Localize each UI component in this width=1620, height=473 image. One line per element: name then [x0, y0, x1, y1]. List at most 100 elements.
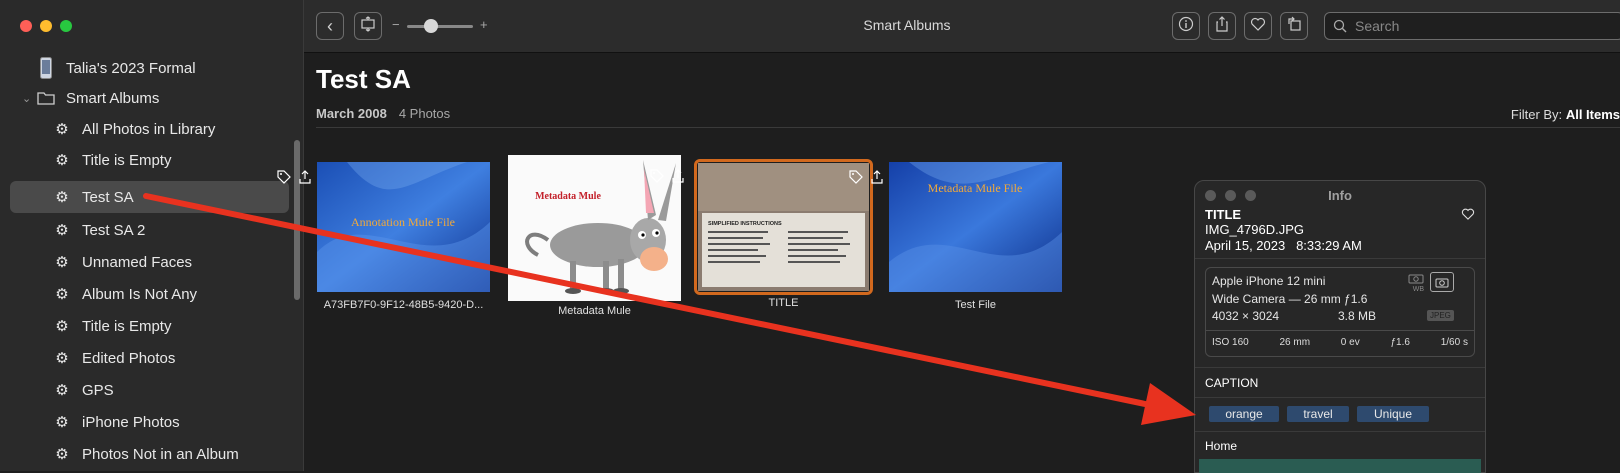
sidebar-item-label: iPhone Photos: [82, 413, 180, 431]
search-icon: [1333, 19, 1347, 33]
filter-value[interactable]: All Items: [1566, 107, 1620, 122]
sidebar-item-not-in-album[interactable]: ⚙ Photos Not in an Album: [52, 438, 321, 470]
search-input[interactable]: [1353, 17, 1607, 35]
tag-icon: [277, 170, 291, 189]
chevron-down-icon[interactable]: ⌄: [22, 92, 36, 105]
window-controls: [20, 20, 72, 32]
lens-info: Wide Camera — 26 mm ƒ1.6: [1212, 292, 1368, 306]
header-divider: [316, 127, 1620, 128]
sidebar-item-label: All Photos in Library: [82, 120, 216, 138]
sidebar-item-all-photos[interactable]: ⚙ All Photos in Library: [52, 113, 321, 145]
info-icon: [1178, 16, 1194, 37]
phone-icon: [36, 57, 56, 79]
keyword-tag[interactable]: travel: [1287, 406, 1349, 422]
folder-icon: [36, 88, 56, 108]
image-dimensions: 4032 × 3024: [1212, 309, 1280, 323]
upload-icon: [672, 169, 684, 188]
photo-badges: [650, 169, 684, 188]
info-datetime: April 15, 2023 8:33:29 AM: [1205, 238, 1362, 253]
filter-label: Filter By:: [1510, 107, 1563, 122]
sidebar-item-smart-albums[interactable]: ⌄ Smart Albums: [22, 82, 291, 114]
close-window-button[interactable]: [20, 20, 32, 32]
photo-badges: [277, 170, 311, 189]
photo-caption: Metadata Mule: [558, 305, 631, 317]
sidebar: Talia's 2023 Formal ⌄ Smart Albums ⚙ All…: [0, 0, 304, 471]
gear-icon: ⚙: [55, 152, 69, 169]
heart-icon[interactable]: [1461, 207, 1475, 225]
photo-badges: [849, 170, 883, 189]
sidebar-item-label: Photos Not in an Album: [82, 445, 239, 463]
sidebar-scrollbar[interactable]: [294, 140, 300, 300]
photo-overlay-text: SIMPLIFIED INSTRUCTIONS: [708, 221, 782, 227]
keyword-tag[interactable]: orange: [1209, 406, 1279, 422]
photo-overlay-text: Annotation Mule File: [351, 215, 455, 229]
sidebar-item-title-empty-2[interactable]: ⚙ Title is Empty: [52, 310, 321, 342]
info-button[interactable]: [1172, 12, 1200, 40]
share-button[interactable]: [1208, 12, 1236, 40]
exif-ev: 0 ev: [1340, 337, 1360, 348]
gear-icon: ⚙: [55, 350, 69, 367]
gear-icon: ⚙: [55, 318, 69, 335]
sidebar-item-edited-photos[interactable]: ⚙ Edited Photos: [52, 342, 321, 374]
info-panel: Info TITLE IMG_4796D.JPG April 15, 2023 …: [1194, 180, 1486, 473]
filter-by[interactable]: Filter By: All Items: [1511, 107, 1620, 122]
sidebar-item-gps[interactable]: ⚙ GPS: [52, 374, 321, 406]
sidebar-item-label: Album Is Not Any: [82, 285, 198, 303]
info-time: 8:33:29 AM: [1296, 238, 1362, 253]
info-date: April 15, 2023: [1205, 238, 1286, 253]
caption-label[interactable]: CAPTION: [1205, 376, 1258, 390]
info-title[interactable]: TITLE: [1205, 207, 1241, 222]
gear-icon: ⚙: [55, 414, 69, 431]
gear-icon: ⚙: [55, 121, 69, 138]
sidebar-item-test-sa[interactable]: ⚙ Test SA: [10, 181, 289, 213]
gear-icon: ⚙: [55, 254, 69, 271]
photo-count: 4 Photos: [398, 106, 451, 121]
exif-row: ISO 160 26 mm 0 ev ƒ1.6 1/60 s: [1212, 337, 1468, 348]
sidebar-item-test-sa-2[interactable]: ⚙ Test SA 2: [52, 214, 321, 246]
sidebar-item-label: Title is Empty: [82, 151, 172, 169]
info-filename: IMG_4796D.JPG: [1205, 222, 1304, 237]
sidebar-item-album[interactable]: Talia's 2023 Formal: [36, 52, 305, 84]
gear-icon: ⚙: [55, 189, 69, 206]
sidebar-item-unnamed-faces[interactable]: ⚙ Unnamed Faces: [52, 246, 321, 278]
camera-wb-icon: WB: [1398, 272, 1424, 293]
zoom-window-button[interactable]: [60, 20, 72, 32]
sidebar-item-iphone-photos[interactable]: ⚙ iPhone Photos: [52, 406, 321, 438]
exif-iso: ISO 160: [1212, 337, 1249, 348]
info-divider: [1195, 431, 1485, 432]
photo-overlay-text: Metadata Mule File: [928, 181, 1023, 195]
camera-details: Apple iPhone 12 mini Wide Camera — 26 mm…: [1205, 267, 1475, 357]
sidebar-item-label: GPS: [82, 381, 114, 399]
keyword-tag[interactable]: Unique: [1357, 406, 1429, 422]
photo-caption: A73FB7F0-9F12-48B5-9420-D...: [323, 299, 484, 311]
tag-icon: [650, 169, 664, 188]
gear-icon: ⚙: [55, 222, 69, 239]
page-title: Test SA: [316, 64, 411, 94]
share-icon: [1214, 15, 1230, 37]
gear-icon: ⚙: [55, 446, 69, 463]
info-divider: [1195, 367, 1485, 368]
exif-aperture: ƒ1.6: [1390, 337, 1410, 348]
minimize-window-button[interactable]: [40, 20, 52, 32]
camera-model: Apple iPhone 12 mini: [1212, 274, 1326, 288]
sidebar-item-label: Unnamed Faces: [82, 253, 193, 271]
photo-image: Annotation Mule File: [317, 162, 490, 292]
upload-icon: [299, 170, 311, 189]
info-divider: [1195, 258, 1485, 259]
sidebar-item-album-not-any[interactable]: ⚙ Album Is Not Any: [52, 278, 321, 310]
search-field[interactable]: [1324, 12, 1620, 40]
info-divider: [1195, 397, 1485, 398]
upload-icon: [871, 170, 883, 189]
gear-icon: ⚙: [55, 286, 69, 303]
sidebar-item-label: Title is Empty: [82, 317, 172, 335]
sidebar-item-label: Edited Photos: [82, 349, 176, 367]
photo-overlay-text: Metadata Mule: [535, 191, 601, 202]
sidebar-item-label: Test SA: [82, 188, 134, 206]
rotate-button[interactable]: [1280, 12, 1308, 40]
format-badge: JPEG: [1427, 310, 1454, 321]
toolbar: ‹ − + Smart Albums: [304, 0, 1620, 53]
camera-icon: [1430, 272, 1454, 292]
file-size: 3.8 MB: [1338, 309, 1377, 323]
info-titlebar: Info: [1195, 181, 1485, 207]
favorite-button[interactable]: [1244, 12, 1272, 40]
